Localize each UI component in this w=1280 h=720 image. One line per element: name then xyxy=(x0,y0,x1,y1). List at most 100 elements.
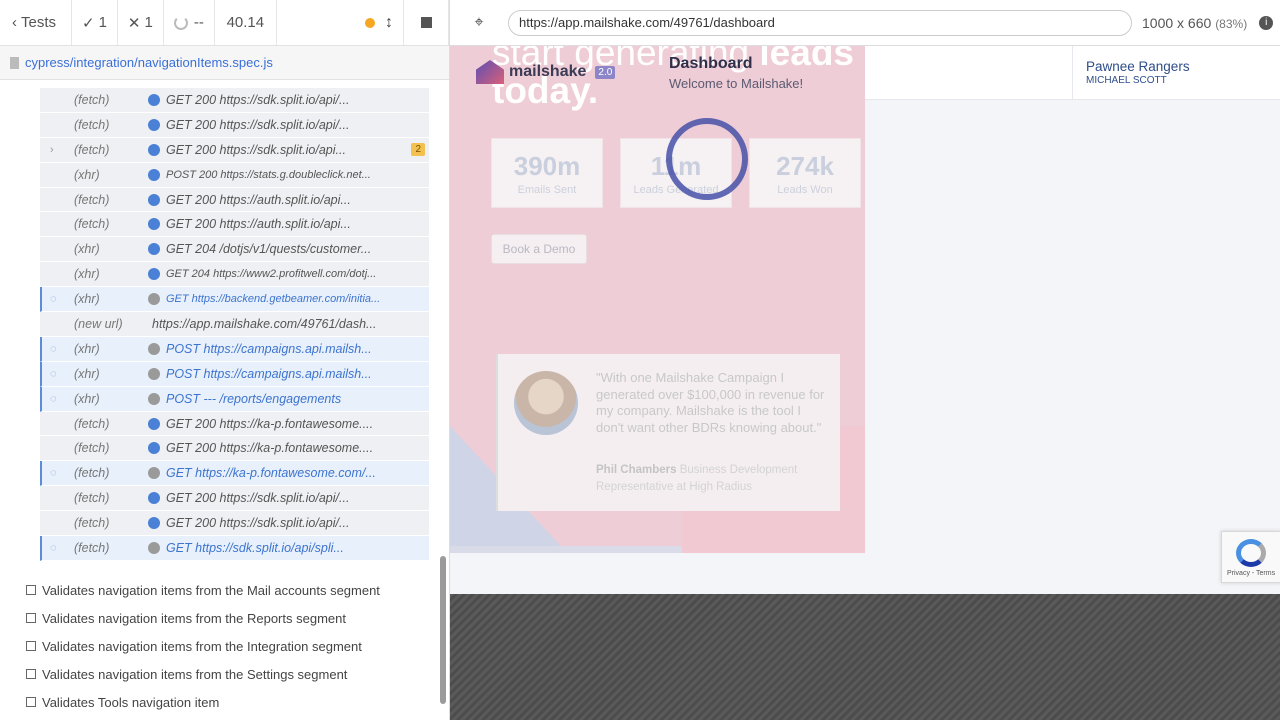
command-row[interactable]: (fetch) GET 200 https://sdk.split.io/api/… xyxy=(40,112,429,138)
check-icon: ✓ xyxy=(82,14,95,32)
pending-spinner-icon: ◌ xyxy=(50,342,57,355)
command-name: (fetch) xyxy=(74,540,110,555)
command-name: (fetch) xyxy=(74,217,110,232)
stop-button[interactable] xyxy=(403,0,449,45)
failed-value: 1 xyxy=(144,14,153,31)
x-icon: ✕ xyxy=(127,14,141,32)
command-row[interactable]: ◌ (xhr) POST https://campaigns.api.mailsh.… xyxy=(40,361,429,387)
recaptcha-links[interactable]: Privacy - Terms xyxy=(1227,570,1275,577)
test-title: Validates navigation items from the Repo… xyxy=(42,610,346,626)
test-item[interactable]: Validates navigation items from the Inte… xyxy=(26,632,426,660)
command-row[interactable]: (xhr) GET 204 /dotjs/v1/quests/customer..… xyxy=(40,237,429,263)
command-row[interactable]: (fetch) GET 200 https://sdk.split.io/api/… xyxy=(40,88,429,113)
auto-scroll-icon[interactable]: ↕ xyxy=(385,14,393,32)
info-icon[interactable]: i xyxy=(1259,15,1274,30)
command-name: (xhr) xyxy=(74,242,100,257)
command-name: (fetch) xyxy=(74,466,110,481)
pending-count: -- xyxy=(164,0,215,45)
command-row[interactable]: (xhr) POST 200 https://stats.g.doubleclic… xyxy=(40,162,429,188)
test-title: Validates navigation items from the Sett… xyxy=(42,666,348,682)
command-message: GET 200 https://sdk.split.io/api/... xyxy=(166,92,350,107)
command-row[interactable]: (fetch) GET 200 https://sdk.split.io/api/… xyxy=(40,486,429,512)
runner-backdrop xyxy=(450,594,1280,720)
reporter-scrollbar[interactable] xyxy=(440,556,446,704)
count-badge: 2 xyxy=(411,143,425,157)
test-item[interactable]: Validates Tools navigation item xyxy=(26,688,426,716)
status-dot-icon xyxy=(148,367,160,380)
test-title: Validates navigation items from the Mail… xyxy=(42,582,380,598)
command-row[interactable]: (fetch) GET 200 https://sdk.split.io/api/… xyxy=(40,511,429,537)
command-message: GET 200 https://sdk.split.io/api/... xyxy=(166,491,350,506)
spec-path-link[interactable]: cypress/integration/navigationItems.spec… xyxy=(25,55,273,70)
status-dot-icon xyxy=(148,541,160,554)
command-row[interactable]: (xhr) GET 204 https://www2.profitwell.com… xyxy=(40,262,429,288)
status-dot-icon xyxy=(148,143,160,156)
command-row[interactable]: ◌ (xhr) GET https://backend.getbeamer.com/… xyxy=(40,287,429,313)
command-row[interactable]: (fetch) GET 200 https://ka-p.fontawesome.… xyxy=(40,436,429,462)
aut-url-field[interactable]: https://app.mailshake.com/49761/dashboar… xyxy=(508,9,1132,36)
command-name: (fetch) xyxy=(74,192,110,207)
command-row[interactable]: (new url) https://app.mailshake.com/49761… xyxy=(40,312,429,337)
logo-text: mailshake xyxy=(509,63,587,80)
command-message: GET https://sdk.split.io/api/spli... xyxy=(166,540,344,555)
command-name: (xhr) xyxy=(74,366,100,381)
passed-count: ✓ 1 xyxy=(72,0,118,45)
command-row[interactable]: ◌ (xhr) POST --- /reports/engagements xyxy=(40,386,429,412)
command-row[interactable]: › (fetch) GET 200 https://sdk.split.io/api… xyxy=(40,137,429,163)
recaptcha-badge[interactable]: Privacy - Terms xyxy=(1221,531,1280,583)
viewport-dimensions: 1000 x 660 xyxy=(1142,14,1212,31)
pending-spinner-icon: ◌ xyxy=(50,467,57,480)
test-item[interactable]: Validates navigation items from the Mail… xyxy=(26,576,426,604)
command-row[interactable]: (fetch) GET 200 https://auth.split.io/api… xyxy=(40,212,429,238)
run-controls: ↕ xyxy=(277,0,403,45)
stat-leads-won: 274k Leads Won xyxy=(749,138,861,208)
stat-label: Leads Won xyxy=(777,184,833,196)
passed-value: 1 xyxy=(98,14,107,31)
app-header: mailshake 2.0 Dashboard Welcome to Mails… xyxy=(450,46,1280,100)
account-name[interactable]: Pawnee Rangers xyxy=(1086,59,1190,74)
command-name: (xhr) xyxy=(74,292,100,307)
command-row[interactable]: ◌ (fetch) GET https://ka-p.fontawesome.com… xyxy=(40,461,429,487)
logo-mark-icon xyxy=(476,60,504,84)
command-name: (fetch) xyxy=(74,117,110,132)
mailshake-logo[interactable]: mailshake 2.0 xyxy=(476,60,616,84)
chevron-left-icon: ‹ xyxy=(12,14,17,31)
status-dot-icon xyxy=(148,268,160,281)
pending-test-icon xyxy=(26,669,36,679)
command-row[interactable]: ◌ (xhr) POST https://campaigns.api.mailsh.… xyxy=(40,336,429,362)
command-message: GET 200 https://ka-p.fontawesome.... xyxy=(166,416,374,431)
tests-button[interactable]: ‹ Tests xyxy=(0,0,72,45)
book-demo-button[interactable]: Book a Demo xyxy=(491,234,587,264)
command-row[interactable]: (fetch) GET 200 https://ka-p.fontawesome.… xyxy=(40,411,429,437)
reporter-panel: ‹ Tests ✓ 1 ✕ 1 -- 40.14 ↕ cypress/integ… xyxy=(0,0,450,720)
pending-spinner-icon: ◌ xyxy=(50,293,57,306)
command-message: GET 200 https://ka-p.fontawesome.... xyxy=(166,441,374,456)
testimonial-card: "With one Mailshake Campaign I generated… xyxy=(496,354,840,511)
spec-file-bar: cypress/integration/navigationItems.spec… xyxy=(0,46,449,80)
expand-caret-icon: › xyxy=(50,143,54,156)
status-dot-icon xyxy=(148,93,160,106)
avatar xyxy=(514,371,578,435)
command-name: (xhr) xyxy=(74,267,100,282)
status-dot-icon xyxy=(148,168,160,181)
test-title: Validates Tools navigation item xyxy=(42,694,220,710)
pending-test-icon xyxy=(26,613,36,623)
tests-label: Tests xyxy=(21,14,57,31)
selector-playground-button[interactable]: ⌖ xyxy=(450,14,508,32)
command-row[interactable]: ◌ (fetch) GET https://sdk.split.io/api/spl… xyxy=(40,536,429,561)
command-name: (xhr) xyxy=(74,167,100,182)
status-dot-icon xyxy=(148,342,160,355)
command-name: (fetch) xyxy=(74,92,110,107)
command-message: POST https://campaigns.api.mailsh... xyxy=(166,366,372,381)
status-dot-icon xyxy=(148,243,160,256)
pending-spinner-icon xyxy=(173,15,188,30)
command-row[interactable]: (fetch) GET 200 https://auth.split.io/api… xyxy=(40,187,429,213)
test-item[interactable]: Validates navigation items from the Repo… xyxy=(26,604,426,632)
status-dot-icon xyxy=(148,118,160,131)
pending-spinner-icon: ◌ xyxy=(50,367,57,380)
account-user[interactable]: MICHAEL SCOTT xyxy=(1086,75,1167,86)
testimonial-author: Phil Chambers Business Development Repre… xyxy=(596,462,826,496)
recaptcha-icon xyxy=(1236,539,1266,567)
test-item[interactable]: Validates navigation items from the Sett… xyxy=(26,660,426,688)
command-message: GET 204 /dotjs/v1/quests/customer... xyxy=(166,242,372,257)
